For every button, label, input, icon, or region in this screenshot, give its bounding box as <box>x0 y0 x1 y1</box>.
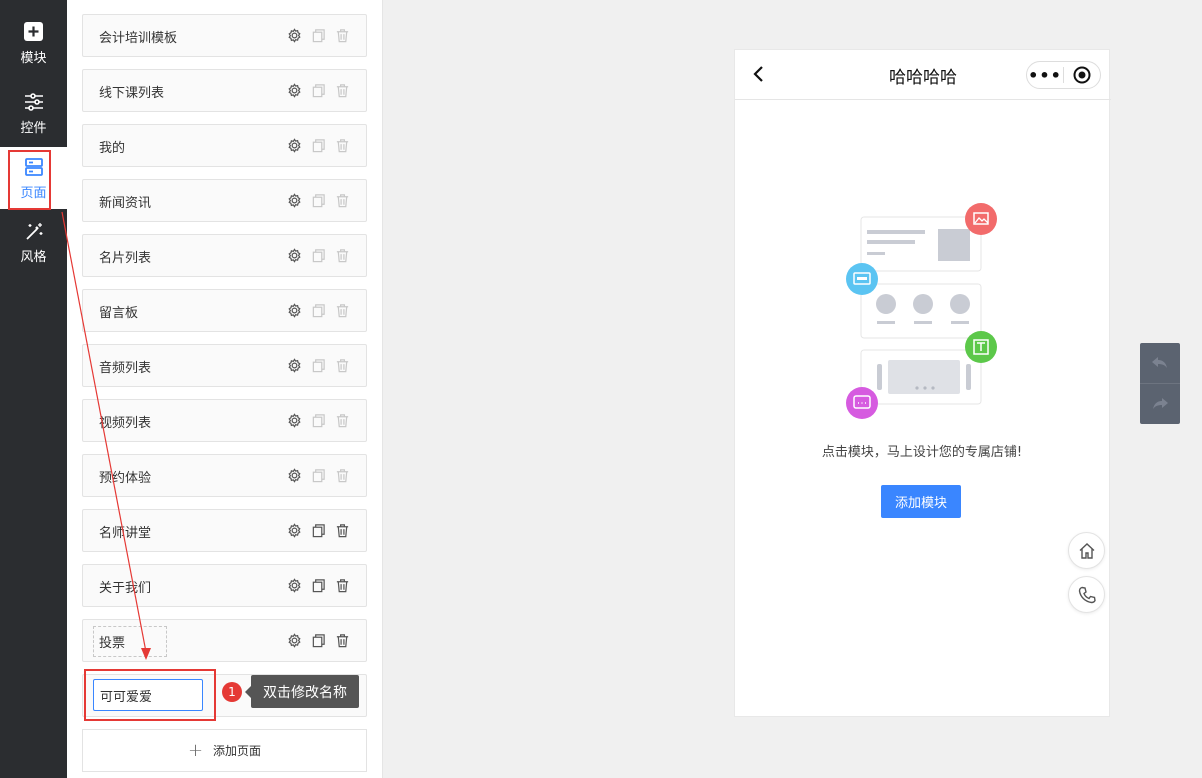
phone-call-button[interactable] <box>1068 576 1105 613</box>
redo-icon <box>1153 398 1168 409</box>
undo-icon <box>1152 357 1167 368</box>
home-icon <box>1079 542 1094 559</box>
history-toolbar <box>1140 343 1180 424</box>
phone-header: 哈哈哈哈 ••• <box>735 50 1111 100</box>
undo-button[interactable] <box>1140 343 1180 383</box>
home-button[interactable] <box>1068 532 1105 569</box>
add-module-button[interactable]: 添加模块 <box>881 485 961 518</box>
mini-program-capsule: ••• <box>1026 61 1101 89</box>
empty-state-text: 点击模块，马上设计您的专属店铺! <box>821 445 1023 460</box>
phone-icon <box>1078 586 1096 603</box>
close-target-icon[interactable] <box>1064 66 1100 84</box>
more-icon[interactable]: ••• <box>1027 66 1063 85</box>
redo-button[interactable] <box>1140 384 1180 424</box>
phone-preview: 哈哈哈哈 ••• 点击模块，马上设计您的专属店铺! 添加模块 <box>734 49 1111 717</box>
empty-state-illustration <box>846 203 997 419</box>
